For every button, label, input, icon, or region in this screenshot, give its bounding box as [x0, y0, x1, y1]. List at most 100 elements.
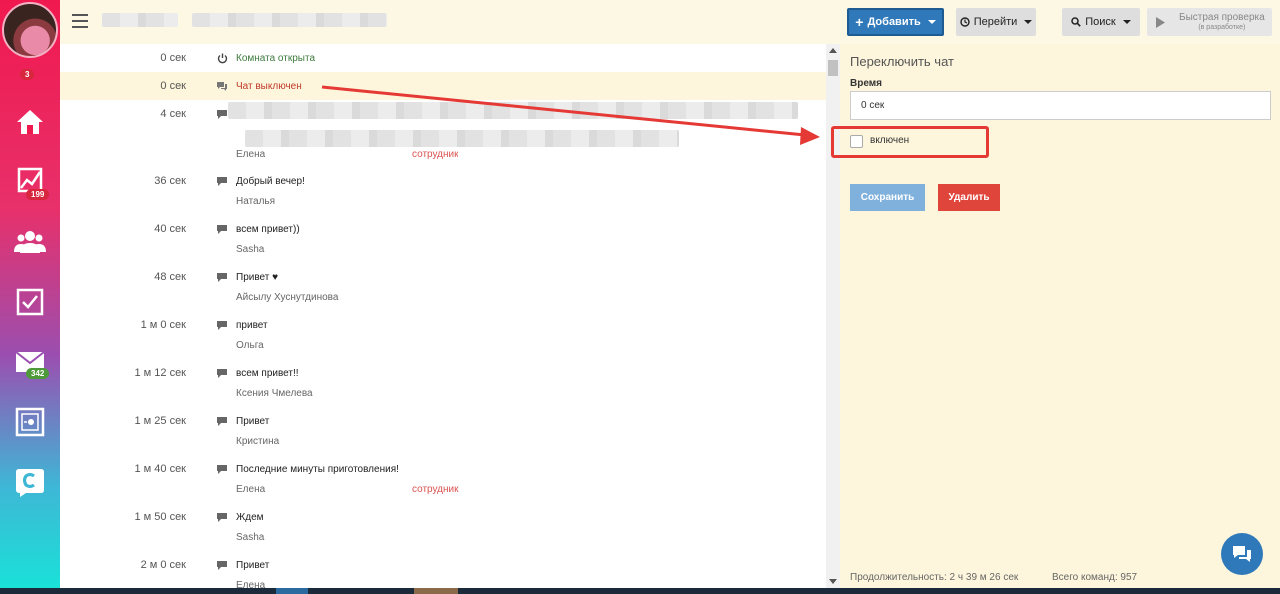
- enabled-checkbox[interactable]: [850, 135, 863, 148]
- search-button[interactable]: Поиск: [1062, 8, 1140, 36]
- comment-icon: [216, 367, 228, 379]
- avatar[interactable]: [2, 2, 58, 58]
- log-row[interactable]: 1 м 0 сек привет Ольга: [60, 315, 826, 363]
- log-author: Елена: [236, 149, 266, 159]
- log-role: сотрудник: [412, 149, 459, 159]
- log-time: 40 сек: [154, 223, 186, 235]
- log-row[interactable]: 36 сек Добрый вечер! Наталья: [60, 171, 826, 219]
- log-time: 2 м 0 сек: [140, 559, 186, 571]
- chat-widget-button[interactable]: [1221, 533, 1263, 575]
- log-time: 48 сек: [154, 271, 186, 283]
- chevron-down-icon: [927, 20, 936, 24]
- log-row[interactable]: 4 сек Елена сотрудник: [60, 100, 826, 162]
- users-icon: [14, 231, 46, 253]
- log-author: Ольга: [236, 340, 264, 351]
- delete-button[interactable]: Удалить: [938, 184, 1000, 211]
- log-author: Елена: [236, 484, 266, 495]
- log-time: 1 м 40 сек: [134, 463, 186, 475]
- chevron-down-icon: [1122, 20, 1131, 24]
- log-message: Добрый вечер!: [236, 176, 305, 187]
- quick-check-button[interactable]: Быстрая проверка (в разработке): [1147, 8, 1272, 36]
- time-input[interactable]: [850, 91, 1271, 120]
- power-icon: [216, 52, 228, 64]
- sidebar-item-users[interactable]: [0, 219, 60, 263]
- comment-icon: [216, 108, 228, 120]
- log-message: Привет ♥: [236, 272, 279, 283]
- goto-button-label: Перейти: [973, 16, 1018, 28]
- log-message: Чат выключен: [236, 81, 302, 92]
- sidebar-item-tasks[interactable]: [0, 280, 60, 324]
- enabled-checkbox-label[interactable]: включен: [870, 135, 909, 146]
- scroll-up-icon[interactable]: [829, 48, 837, 53]
- comment-icon: [216, 271, 228, 283]
- sidebar: 3 199 342: [0, 0, 60, 594]
- log-message: Привет: [236, 560, 270, 571]
- log-row[interactable]: 1 м 40 сек Последние минуты приготовлени…: [60, 459, 826, 507]
- comments-icon: [216, 80, 228, 92]
- duration-stat: Продолжительность: 2 ч 39 м 26 сек: [850, 572, 1019, 583]
- sidebar-item-safe[interactable]: [0, 400, 60, 444]
- comment-icon: [216, 319, 228, 331]
- os-taskbar: [0, 588, 1280, 594]
- log-time: 0 сек: [160, 52, 186, 64]
- log-author: Кристина: [236, 436, 280, 447]
- stats-badge: 199: [26, 189, 50, 200]
- add-button-label: Добавить: [867, 16, 921, 28]
- log-time: 1 м 50 сек: [134, 511, 186, 523]
- add-button[interactable]: + Добавить: [847, 8, 944, 36]
- log-row[interactable]: 2 м 0 сек Привет Елена: [60, 555, 826, 588]
- log-time: 1 м 0 сек: [140, 319, 186, 331]
- quick-check-label: Быстрая проверка: [1179, 12, 1265, 24]
- log-author: Sasha: [236, 244, 265, 255]
- comment-icon: [216, 511, 228, 523]
- quick-check-sublabel: (в разработке): [1198, 23, 1246, 31]
- search-button-label: Поиск: [1085, 16, 1116, 28]
- mail-badge: 342: [26, 368, 50, 379]
- total-commands-stat: Всего команд: 957: [1052, 572, 1138, 583]
- log-message: Привет: [236, 416, 270, 427]
- log-message: Комната открыта: [236, 53, 316, 64]
- avatar-badge: 3: [20, 69, 35, 80]
- comment-icon: [216, 415, 228, 427]
- log-author: Наталья: [236, 196, 276, 207]
- comment-icon: [216, 223, 228, 235]
- log-role: сотрудник: [412, 484, 459, 495]
- logo-c-icon: [16, 469, 44, 497]
- save-button[interactable]: Сохранить: [850, 184, 925, 211]
- log-author: Елена: [236, 580, 266, 588]
- log-time: 36 сек: [154, 175, 186, 187]
- log-time: 1 м 25 сек: [134, 415, 186, 427]
- sidebar-item-home[interactable]: [0, 100, 60, 144]
- log-row[interactable]: 1 м 50 сек Ждем Sasha: [60, 507, 826, 555]
- log-row[interactable]: 1 м 25 сек Привет Кристина: [60, 411, 826, 459]
- taskbar-app[interactable]: [414, 588, 458, 594]
- search-icon: [1071, 17, 1082, 27]
- goto-button[interactable]: Перейти: [956, 8, 1036, 36]
- log-message: всем привет!!: [236, 368, 299, 379]
- panel-title: Переключить чат: [850, 54, 954, 69]
- comment-icon: [216, 175, 228, 187]
- sidebar-item-logo[interactable]: [0, 460, 60, 504]
- comment-icon: [216, 463, 228, 475]
- log-row[interactable]: 0 сек Комната открыта: [60, 44, 826, 72]
- log-row[interactable]: 48 сек Привет ♥ Айсылу Хуснутдинова: [60, 267, 826, 315]
- safe-icon: [15, 407, 45, 437]
- scroll-thumb[interactable]: [828, 60, 838, 76]
- taskbar-app[interactable]: [276, 588, 308, 594]
- chat-bubbles-icon: [1233, 546, 1251, 562]
- menu-icon[interactable]: [72, 14, 88, 28]
- scroll-down-icon[interactable]: [829, 579, 837, 584]
- play-icon: [1156, 16, 1165, 28]
- title-blurred: [102, 13, 178, 27]
- log-row[interactable]: 1 м 12 сек всем привет!! Ксения Чмелева: [60, 363, 826, 411]
- comment-icon: [216, 559, 228, 571]
- log-message: всем привет)): [236, 224, 300, 235]
- log-author: Ксения Чмелева: [236, 388, 313, 399]
- log-row-selected[interactable]: 0 сек Чат выключен: [60, 72, 826, 100]
- log-time: 4 сек: [160, 108, 186, 120]
- log-row[interactable]: 40 сек всем привет)) Sasha: [60, 219, 826, 267]
- blurred-message: [245, 130, 679, 147]
- log-author: Sasha: [236, 532, 265, 543]
- home-icon: [17, 110, 43, 134]
- clock-icon: [960, 17, 970, 27]
